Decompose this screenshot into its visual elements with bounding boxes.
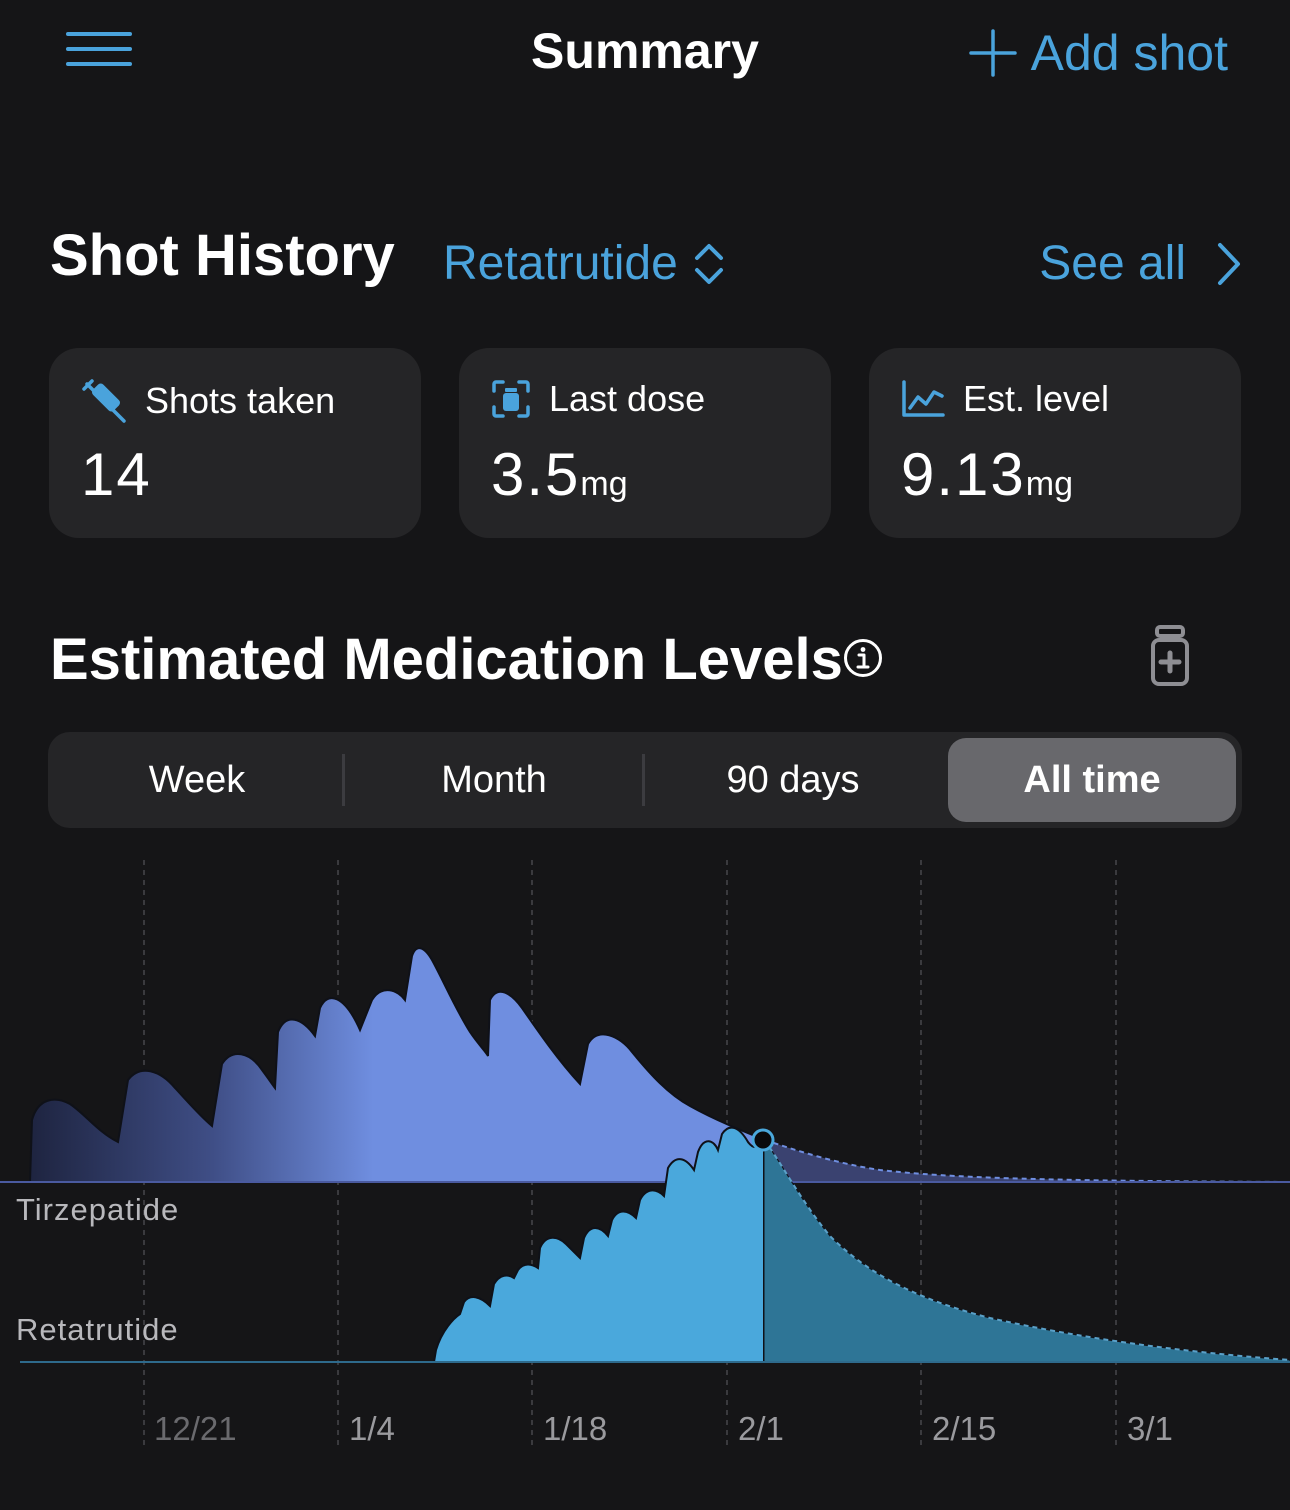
x-tick-label: 1/4 xyxy=(349,1410,395,1447)
x-tick-label: 12/21 xyxy=(154,1410,237,1447)
tab-all-time[interactable]: All time xyxy=(948,738,1236,822)
vial-dose-icon xyxy=(492,380,530,418)
add-shot-label: Add shot xyxy=(1030,25,1228,81)
tab-week[interactable]: Week xyxy=(48,732,346,828)
chevron-up-down-icon xyxy=(694,243,723,284)
shots-taken-label: Shots taken xyxy=(145,380,336,421)
time-range-segmented-control: Week Month 90 days All time xyxy=(48,732,1242,828)
x-tick-label: 3/1 xyxy=(1127,1410,1173,1447)
last-dose-label: Last dose xyxy=(549,378,706,419)
medication-label: Retatrutide xyxy=(443,237,678,290)
retatrutide-lane-label: Retatrutide xyxy=(16,1312,179,1347)
tirzepatide-lane-label: Tirzepatide xyxy=(16,1192,180,1227)
see-all-button[interactable]: See all xyxy=(1039,236,1242,291)
see-all-label: See all xyxy=(1039,237,1186,290)
est-level-card: Est. level 9.13mg xyxy=(869,348,1241,538)
shot-history-title: Shot History xyxy=(50,223,395,288)
syringe-icon xyxy=(82,379,126,423)
tirzepatide-area xyxy=(28,947,766,1183)
est-level-label: Est. level xyxy=(963,378,1110,419)
x-tick-label: 2/1 xyxy=(738,1410,784,1447)
last-dose-card: Last dose 3.5mg xyxy=(459,348,831,538)
line-chart-icon xyxy=(902,380,945,417)
tab-month[interactable]: Month xyxy=(345,732,643,828)
medication-vial-icon[interactable] xyxy=(1148,624,1192,688)
tab-90-days[interactable]: 90 days xyxy=(644,732,942,828)
chevron-right-icon xyxy=(1218,242,1240,285)
current-level-marker[interactable] xyxy=(751,1128,775,1152)
add-shot-button[interactable]: Add shot xyxy=(968,24,1228,82)
tirzepatide-projection-area xyxy=(765,1140,1290,1182)
x-tick-label: 2/15 xyxy=(932,1410,997,1447)
shots-taken-value: 14 xyxy=(81,441,152,508)
last-dose-value: 3.5mg xyxy=(491,441,628,508)
est-level-value: 9.13mg xyxy=(901,441,1074,508)
info-icon[interactable] xyxy=(843,638,883,678)
medication-selector[interactable]: Retatrutide xyxy=(443,236,724,291)
levels-title: Estimated Medication Levels xyxy=(50,627,843,692)
x-tick-label: 1/18 xyxy=(543,1410,608,1447)
shots-taken-card: Shots taken 14 xyxy=(49,348,421,538)
plus-icon xyxy=(968,29,1017,77)
